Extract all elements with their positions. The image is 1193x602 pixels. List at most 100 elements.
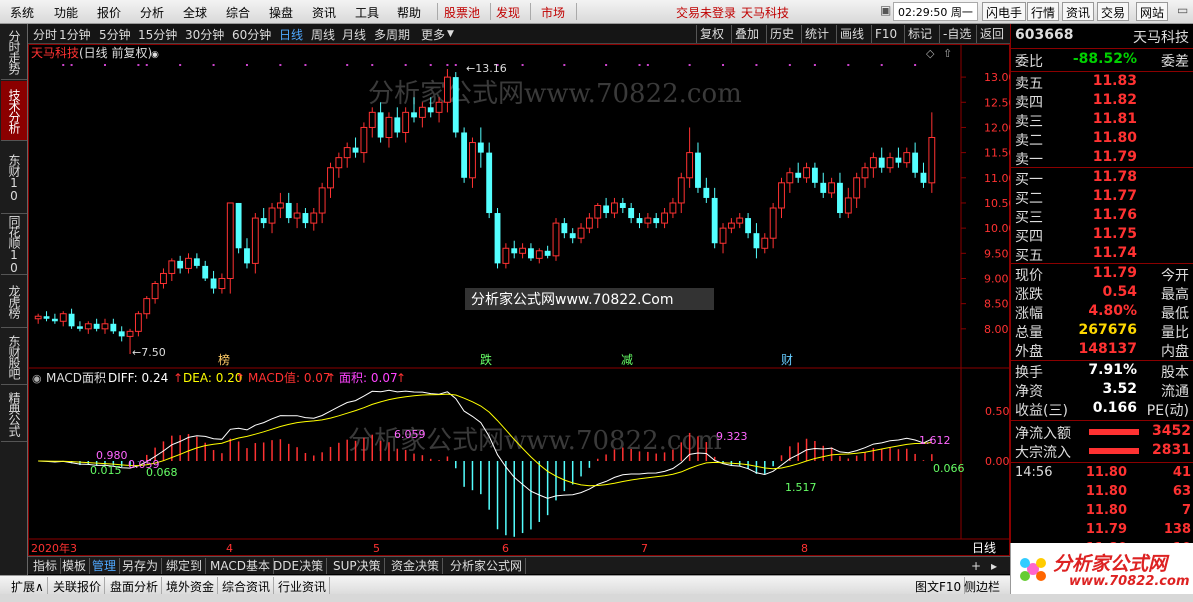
menu-trade-panel[interactable]: 操盘 <box>269 4 293 21</box>
toolbar-back[interactable]: 返回 <box>976 25 1007 43</box>
kline-chart[interactable]: 分析家公式网www.70822.com 分析家公式网www.70822.com … <box>28 44 1010 556</box>
event-label-die[interactable]: 跌 <box>480 352 492 367</box>
period-1min[interactable]: 1分钟 <box>59 26 91 43</box>
toolbar-history[interactable]: 历史 <box>766 25 797 43</box>
trade-button[interactable]: 交易 <box>1097 2 1130 21</box>
period-30min[interactable]: 30分钟 <box>185 26 224 43</box>
macd-collapse-icon[interactable]: ◉ <box>32 372 42 385</box>
stat2-row[interactable]: 换手 7.91% 股本 <box>1015 362 1191 381</box>
add-tab-icon[interactable]: + <box>968 558 984 574</box>
sell-level[interactable]: 卖一 11.79 <box>1015 149 1191 168</box>
flow-row[interactable]: 净流入额 3452 <box>1015 423 1191 442</box>
menu-function[interactable]: 功能 <box>54 4 78 21</box>
indicator-tab[interactable]: 管理 <box>89 558 121 574</box>
period-60min[interactable]: 60分钟 <box>232 26 271 43</box>
tab-dragon-tiger[interactable]: 龙虎榜 <box>1 276 27 328</box>
period-15min[interactable]: 15分钟 <box>138 26 177 43</box>
stat-row[interactable]: 总量 267676 量比 <box>1015 322 1191 341</box>
website-button[interactable]: 网站 <box>1136 2 1169 21</box>
buy-level[interactable]: 买三 11.76 <box>1015 207 1191 226</box>
toolbar-f10[interactable]: F10 <box>871 25 900 43</box>
period-daily[interactable]: 日线 <box>279 26 303 43</box>
indicator-tab[interactable]: 资金决策 <box>388 558 444 574</box>
period-5min[interactable]: 5分钟 <box>99 26 131 43</box>
menu-tools[interactable]: 工具 <box>355 4 379 21</box>
stock-code[interactable]: 603668 <box>1015 27 1073 43</box>
menu-discover[interactable]: 发现 <box>496 4 520 21</box>
menu-system[interactable]: 系统 <box>10 4 34 21</box>
buy-level[interactable]: 买一 11.78 <box>1015 169 1191 188</box>
tick-price: 11.80 <box>1085 484 1127 499</box>
toolbar-adjust[interactable]: 复权 <box>696 25 727 43</box>
ad-text[interactable]: 分析家公式网www.70822.Com <box>471 291 673 308</box>
flash-trade-button[interactable]: 闪电手 <box>982 2 1027 21</box>
indicator-tab[interactable]: 绑定到 <box>163 558 207 574</box>
event-label-cai[interactable]: 财 <box>781 353 793 367</box>
flow-row[interactable]: 大宗流入 2831 <box>1015 442 1191 461</box>
stat-row[interactable]: 外盘 148137 内盘 <box>1015 341 1191 360</box>
login-status[interactable]: 交易未登录 <box>676 4 736 21</box>
stat2-row[interactable]: 收益(三) 0.166 PE(动) <box>1015 400 1191 419</box>
up-arrow-icon[interactable]: ⇧ <box>943 47 952 60</box>
menu-news[interactable]: 资讯 <box>312 4 336 21</box>
menu-market[interactable]: 市场 <box>541 4 565 21</box>
period-weekly[interactable]: 周线 <box>311 26 335 43</box>
buy-level[interactable]: 买二 11.77 <box>1015 188 1191 207</box>
indicator-tab[interactable]: 模板 <box>59 558 91 574</box>
toolbar-mark[interactable]: 标记 <box>904 25 935 43</box>
indicator-tab[interactable]: 另存为 <box>119 558 163 574</box>
macd-name[interactable]: MACD面积 <box>46 371 106 385</box>
menu-stock-pool[interactable]: 股票池 <box>444 4 480 21</box>
stat-row[interactable]: 涨跌 0.54 最高 <box>1015 284 1191 303</box>
period-monthly[interactable]: 月线 <box>342 26 366 43</box>
diamond-icon[interactable]: ◇ <box>926 47 935 60</box>
buy-level[interactable]: 买四 11.75 <box>1015 226 1191 245</box>
stat-row-label2: 最高 <box>1161 287 1189 303</box>
toolbar-draw[interactable]: 画线 <box>836 25 867 43</box>
indicator-tab[interactable]: MACD基本 <box>207 558 274 574</box>
tab-ths10[interactable]: 同花顺10 <box>1 215 27 275</box>
indicator-tab[interactable]: DDE决策 <box>270 558 328 574</box>
toolbar-stats[interactable]: 统计 <box>801 25 832 43</box>
event-label-bang[interactable]: 榜 <box>218 352 230 367</box>
sell-level[interactable]: 卖五 11.83 <box>1015 73 1191 92</box>
window-control-icon[interactable]: ▭ <box>1177 3 1188 17</box>
indicator-tab[interactable]: 分析家公式网 <box>447 558 527 574</box>
stat-row[interactable]: 涨幅 4.80% 最低 <box>1015 303 1191 322</box>
up-arrow-icon: ↑ <box>326 371 336 385</box>
more-chevron-icon[interactable]: ▼ <box>447 29 454 39</box>
tab-guba[interactable]: 东财股吧 <box>1 329 27 385</box>
clock-weekday: 周一 <box>950 6 973 19</box>
sell-level[interactable]: 卖二 11.80 <box>1015 130 1191 149</box>
menu-composite[interactable]: 综合 <box>226 4 250 21</box>
period-intraday[interactable]: 分时 <box>33 26 57 43</box>
indicator-tab[interactable]: SUP决策 <box>330 558 385 574</box>
scroll-right-icon[interactable]: ▸ <box>988 558 1000 574</box>
tab-formulas[interactable]: 精典公式 <box>1 386 27 442</box>
news-button[interactable]: 资讯 <box>1062 2 1095 21</box>
window-menu-icon[interactable]: ▣ <box>880 3 891 17</box>
indicator-tab[interactable]: 指标 <box>30 558 62 574</box>
menu-global[interactable]: 全球 <box>183 4 207 21</box>
toolbar-overlay[interactable]: 叠加 <box>731 25 762 43</box>
buy-level[interactable]: 买五 11.74 <box>1015 245 1191 264</box>
menu-help[interactable]: 帮助 <box>397 4 421 21</box>
signal-dot <box>212 64 215 66</box>
quotes-button[interactable]: 行情 <box>1027 2 1060 21</box>
toolbar-watchlist[interactable]: -自选 <box>939 25 974 43</box>
period-more[interactable]: 更多 <box>421 26 445 43</box>
tab-eastmoney10[interactable]: 东财10 <box>1 142 27 214</box>
tab-intraday[interactable]: 分时走势 <box>1 24 27 80</box>
menu-analysis[interactable]: 分析 <box>140 4 164 21</box>
chart-mode-chevron-icon[interactable]: ◉ <box>151 50 159 60</box>
tab-technical[interactable]: 技术分析 <box>1 81 27 141</box>
sell-level[interactable]: 卖三 11.81 <box>1015 111 1191 130</box>
chart-mode[interactable]: (日线 前复权) <box>79 45 152 60</box>
menu-quote[interactable]: 报价 <box>97 4 121 21</box>
event-label-jian[interactable]: 减 <box>621 353 633 367</box>
sell-level[interactable]: 卖四 11.82 <box>1015 92 1191 111</box>
stat2-row[interactable]: 净资 3.52 流通 <box>1015 381 1191 400</box>
stat-row[interactable]: 现价 11.79 今开 <box>1015 265 1191 284</box>
period-multi[interactable]: 多周期 <box>374 26 410 43</box>
candle-body <box>528 248 534 259</box>
